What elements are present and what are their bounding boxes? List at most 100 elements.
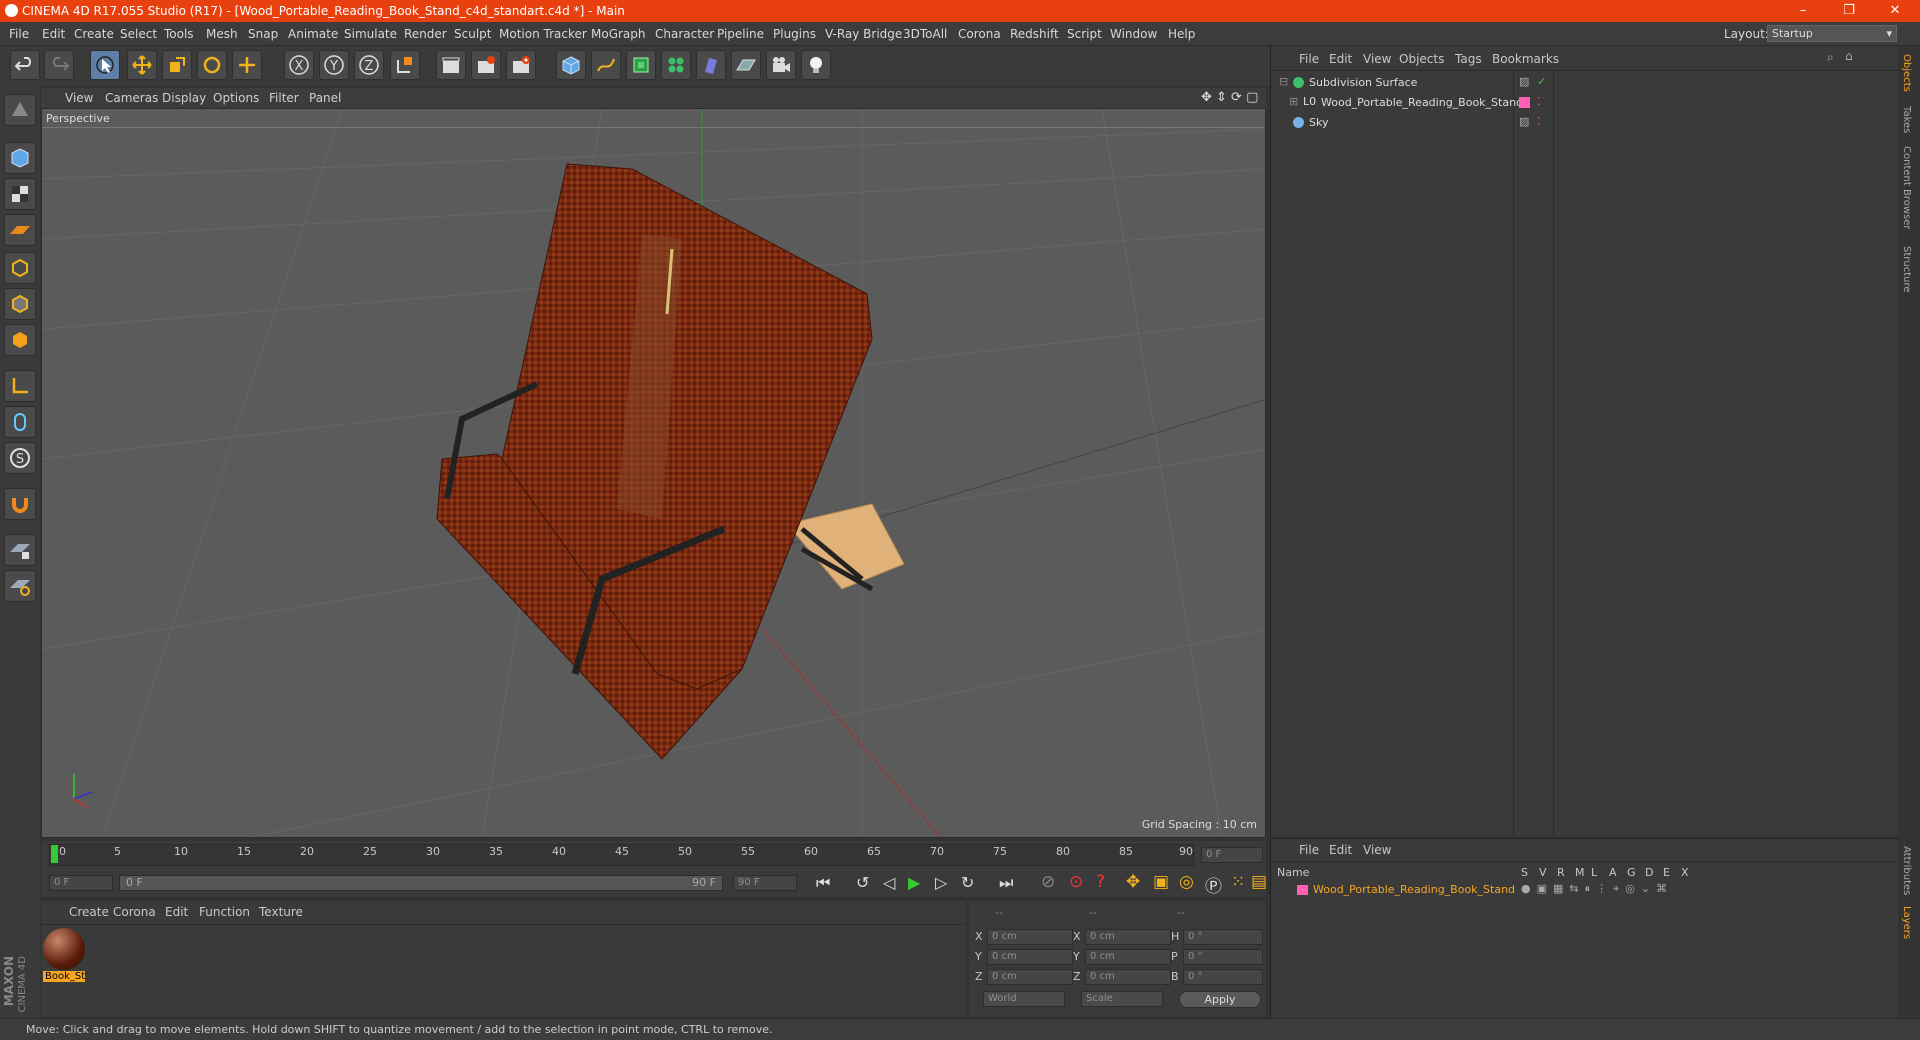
obj-menu-tags[interactable]: Tags	[1455, 52, 1482, 66]
play-icon[interactable]: ▶	[908, 873, 920, 892]
make-editable-button[interactable]	[4, 94, 36, 126]
menu-script[interactable]: Script	[1067, 27, 1102, 41]
end-frame-field[interactable]: 90 F	[733, 875, 797, 891]
snap-button[interactable]: S	[4, 442, 36, 474]
expand-icon[interactable]: ⊞	[1289, 95, 1298, 108]
magnet-button[interactable]	[4, 488, 36, 520]
render-view-button[interactable]	[436, 50, 466, 80]
menu-pipeline[interactable]: Pipeline	[717, 27, 764, 41]
workplane-lock-button[interactable]	[4, 534, 36, 566]
polygons-mode-button[interactable]	[4, 324, 36, 356]
menu-vray-bridge[interactable]: V-Ray Bridge	[825, 27, 902, 41]
viewport-menu-view[interactable]: View	[65, 91, 93, 105]
obj-menu-objects[interactable]: Objects	[1399, 52, 1444, 66]
menu-create[interactable]: Create	[74, 27, 114, 41]
obj-menu-file[interactable]: File	[1299, 52, 1319, 66]
mat-menu-edit[interactable]: Edit	[165, 905, 188, 919]
position-x-field[interactable]: 0 cm	[987, 929, 1073, 945]
viewport-nav-icons[interactable]: ✥ ⇕ ⟳ ▢	[1201, 90, 1258, 105]
key-scale-icon[interactable]: ▣	[1153, 872, 1169, 892]
redo-button[interactable]	[44, 50, 74, 80]
camera-button[interactable]	[766, 50, 796, 80]
restore-button[interactable]: ❐	[1826, 0, 1872, 22]
menu-file[interactable]: File	[9, 27, 29, 41]
render-picture-viewer-button[interactable]	[471, 50, 501, 80]
playhead[interactable]	[51, 845, 58, 863]
viewport-menu-display[interactable]: Display	[162, 91, 206, 105]
z-axis-button[interactable]: Z	[354, 50, 384, 80]
record-disabled-icon[interactable]: ⊘	[1041, 872, 1055, 892]
world-dropdown[interactable]: World	[983, 991, 1065, 1007]
render-settings-button[interactable]	[506, 50, 536, 80]
obj-menu-bookmarks[interactable]: Bookmarks	[1492, 52, 1559, 66]
tab-content-browser[interactable]: Content Browser	[1901, 146, 1912, 229]
points-mode-button[interactable]	[4, 252, 36, 284]
layer-menu-view[interactable]: View	[1363, 843, 1391, 857]
autokey-icon[interactable]: ?	[1096, 872, 1105, 892]
subdivision-surface-button[interactable]	[626, 50, 656, 80]
menu-sculpt[interactable]: Sculpt	[454, 27, 491, 41]
tab-structure[interactable]: Structure	[1901, 246, 1912, 293]
apply-button[interactable]: Apply	[1179, 991, 1261, 1008]
rotation-b-field[interactable]: 0 °	[1183, 969, 1263, 985]
step-forward-icon[interactable]: ▷	[935, 873, 947, 892]
position-z-field[interactable]: 0 cm	[987, 969, 1073, 985]
mat-menu-create[interactable]: Create	[69, 905, 109, 919]
obj-menu-view[interactable]: View	[1363, 52, 1391, 66]
render-dot-icon[interactable]: ⁚	[1537, 95, 1541, 108]
menu-redshift[interactable]: Redshift	[1010, 27, 1059, 41]
menu-motion-tracker[interactable]: Motion Tracker	[499, 27, 587, 41]
menu-3dtoall[interactable]: 3DToAll	[903, 27, 947, 41]
object-row[interactable]: ⊞ L0 Wood_Portable_Reading_Book_Stand ⁚	[1275, 94, 1895, 111]
light-button[interactable]	[801, 50, 831, 80]
object-row[interactable]: Sky ▨ ⁚	[1275, 114, 1895, 131]
texture-mode-button[interactable]	[4, 178, 36, 210]
floor-button[interactable]	[731, 50, 761, 80]
layer-row[interactable]: Wood_Portable_Reading_Book_Stand ●▣▦⇆⏸⋮⌖…	[1275, 881, 1895, 898]
model-mode-button[interactable]	[4, 142, 36, 174]
cloner-button[interactable]	[661, 50, 691, 80]
layer-toggles-icon[interactable]: ●▣▦⇆⏸⋮⌖◎⌄⌘	[1521, 882, 1673, 896]
mat-menu-function[interactable]: Function	[199, 905, 250, 919]
menu-mesh[interactable]: Mesh	[206, 27, 238, 41]
key-param-icon[interactable]: Ⓟ	[1205, 872, 1222, 897]
workplane-rotate-button[interactable]	[4, 570, 36, 602]
tab-objects[interactable]: Objects	[1901, 54, 1912, 92]
range-slider[interactable]: 0 F 90 F	[119, 875, 723, 891]
y-axis-button[interactable]: Y	[319, 50, 349, 80]
visibility-icon[interactable]: ▨	[1519, 75, 1529, 88]
menu-mograph[interactable]: MoGraph	[591, 27, 646, 41]
size-y-field[interactable]: 0 cm	[1085, 949, 1171, 965]
select-tool-button[interactable]	[90, 50, 120, 80]
record-icon[interactable]: ⊙	[1069, 872, 1083, 892]
key-move-icon[interactable]: ✥	[1126, 872, 1140, 892]
mat-menu-texture[interactable]: Texture	[259, 905, 303, 919]
menu-tools[interactable]: Tools	[164, 27, 194, 41]
size-x-field[interactable]: 0 cm	[1085, 929, 1171, 945]
rotation-h-field[interactable]: 0 °	[1183, 929, 1263, 945]
menu-animate[interactable]: Animate	[288, 27, 338, 41]
obj-menu-edit[interactable]: Edit	[1329, 52, 1352, 66]
visibility-icon[interactable]: ▨	[1519, 115, 1529, 128]
viewport-menu-options[interactable]: Options	[213, 91, 259, 105]
layout-select[interactable]: Startup ▾	[1767, 25, 1897, 42]
object-row[interactable]: ⊟ Subdivision Surface ▨ ✓	[1275, 74, 1895, 91]
tab-takes[interactable]: Takes	[1901, 106, 1912, 133]
mat-menu-corona[interactable]: Corona	[113, 905, 156, 919]
menu-plugins[interactable]: Plugins	[773, 27, 816, 41]
tweak-mode-button[interactable]	[4, 406, 36, 438]
go-to-start-icon[interactable]: ⏮	[816, 873, 830, 893]
axis-mode-button[interactable]	[4, 370, 36, 402]
current-frame-field[interactable]: 0 F	[1201, 847, 1263, 863]
cube-button[interactable]	[556, 50, 586, 80]
menu-select[interactable]: Select	[120, 27, 157, 41]
tab-attributes[interactable]: Attributes	[1901, 846, 1912, 895]
position-y-field[interactable]: 0 cm	[987, 949, 1073, 965]
search-icon[interactable]: ⌕	[1827, 50, 1834, 65]
workplane-mode-button[interactable]	[4, 214, 36, 246]
layer-menu-edit[interactable]: Edit	[1329, 843, 1352, 857]
menu-simulate[interactable]: Simulate	[344, 27, 397, 41]
rotate-tool-button[interactable]	[197, 50, 227, 80]
layer-color-icon[interactable]	[1519, 97, 1530, 108]
move-tool-button[interactable]	[127, 50, 157, 80]
